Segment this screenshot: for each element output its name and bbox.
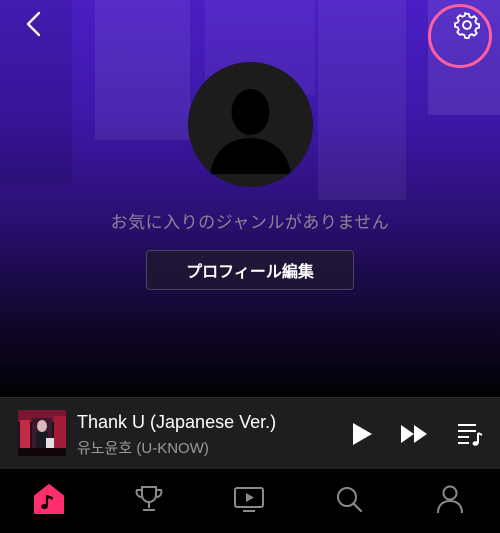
play-icon [353,423,372,445]
track-artist[interactable]: 유노윤호 (U-KNOW) [77,437,209,458]
empty-genre-message: お気に入りのジャンルがありません [110,213,390,233]
tab-video[interactable] [229,481,269,517]
music-note-home-icon [34,484,64,514]
play-button[interactable] [346,418,378,450]
tab-home[interactable] [29,481,69,517]
person-icon [437,485,463,514]
queue-button[interactable] [454,418,486,450]
fast-forward-icon [401,425,427,443]
default-avatar-icon [188,62,313,187]
tab-search[interactable] [329,481,369,517]
avatar[interactable] [188,62,313,187]
mini-player[interactable]: Thank U (Japanese Ver.) 유노윤호 (U-KNOW) [0,397,500,469]
back-button[interactable] [18,8,50,40]
track-title[interactable]: Thank U (Japanese Ver.) [77,412,276,433]
profile-header-background: お気に入りのジャンルがありません プロフィール編集 [0,0,500,396]
my-page-screen: お気に入りのジャンルがありません プロフィール編集 Thank U (Japan… [0,0,500,533]
tab-chart[interactable] [129,481,169,517]
next-track-button[interactable] [398,418,430,450]
tab-profile[interactable] [430,481,470,517]
background-stripe [95,0,190,140]
search-icon [337,487,363,513]
background-stripe [318,0,406,200]
playlist-icon [458,424,483,446]
bottom-tab-bar [0,469,500,533]
album-cover-image [18,410,66,456]
chevron-left-icon [26,11,41,37]
edit-profile-button[interactable]: プロフィール編集 [146,250,354,290]
settings-highlight-ring [428,4,492,68]
video-play-icon [234,487,264,512]
album-art[interactable] [18,410,66,456]
trophy-icon [135,486,163,511]
